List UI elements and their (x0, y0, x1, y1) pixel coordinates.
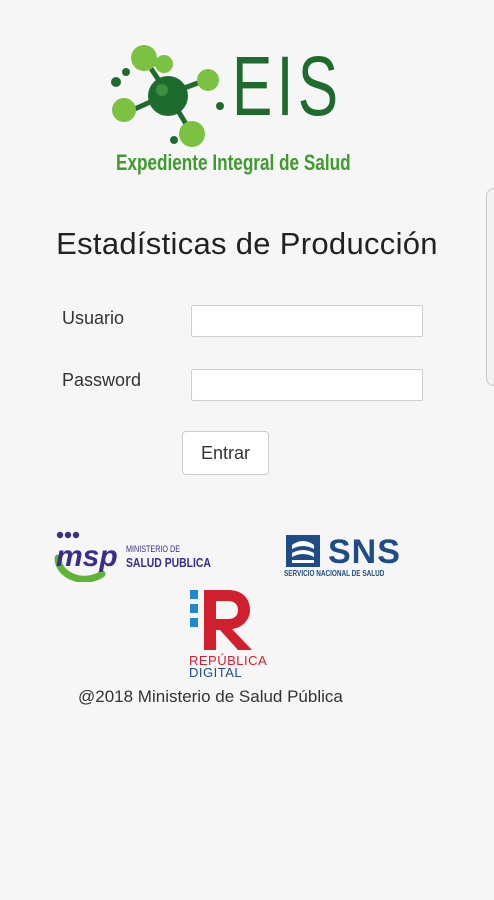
msp-line2: SALUD PUBLICA (126, 555, 211, 570)
sns-wordmark: SNS (328, 533, 401, 571)
digital-text: DIGITAL (189, 665, 243, 680)
username-label: Usuario (62, 308, 125, 328)
svg-text:msp: msp (56, 540, 118, 573)
eis-wordmark: EIS (232, 39, 343, 133)
msp-logo: msp MINISTERIO DE SALUD PUBLICA (54, 530, 211, 582)
scroll-edge-indicator (486, 188, 494, 386)
eis-logo: EIS Expediente Integral de Salud (108, 42, 358, 182)
footer-copyright: @2018 Ministerio de Salud Pública (78, 687, 343, 706)
username-input[interactable] (191, 305, 423, 337)
msp-logo-icon: msp (54, 531, 118, 582)
sns-emblem-icon (286, 535, 320, 567)
sns-subtitle: SERVICIO NACIONAL DE SALUD (284, 569, 385, 578)
sns-logo: SNS SERVICIO NACIONAL DE SALUD (284, 533, 416, 581)
molecule-icon (111, 45, 224, 147)
republica-digital-r-icon (190, 590, 252, 650)
login-button[interactable]: Entrar (182, 431, 269, 475)
page-title: Estadísticas de Producción (56, 226, 438, 261)
password-input[interactable] (191, 369, 423, 401)
msp-line1: MINISTERIO DE (126, 544, 181, 554)
login-screen: EIS Expediente Integral de Salud Estadís… (0, 0, 494, 900)
republica-digital-logo: REPÚBLICA DIGITAL (188, 588, 268, 680)
eis-subtitle: Expediente Integral de Salud (116, 150, 351, 175)
password-label: Password (62, 370, 142, 390)
